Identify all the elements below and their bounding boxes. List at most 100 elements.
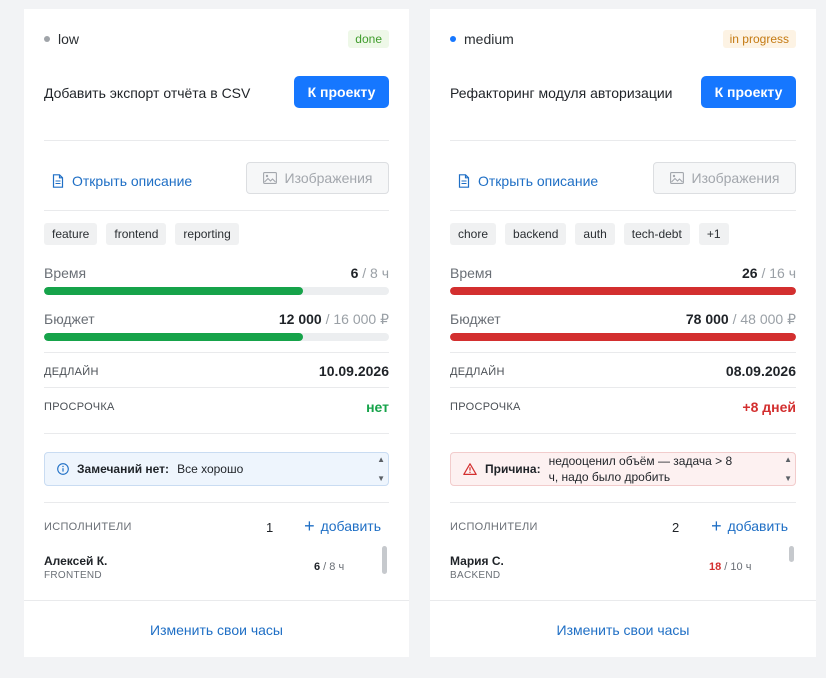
priority-indicator: medium xyxy=(450,31,514,47)
divider xyxy=(450,352,796,353)
time-progress-fill xyxy=(450,287,796,295)
tag[interactable]: feature xyxy=(44,223,98,245)
executors-scrollbar[interactable] xyxy=(789,546,794,562)
executor-role: BACKEND xyxy=(450,570,501,581)
deadline-label: ДЕДЛАЙН xyxy=(44,366,99,378)
image-icon xyxy=(669,172,684,184)
time-progress-bar xyxy=(44,287,389,295)
status-badge: in progress xyxy=(722,30,796,48)
tag-more[interactable]: +1 xyxy=(698,223,729,245)
tag[interactable]: backend xyxy=(505,223,567,245)
overdue-reason-box[interactable]: Причина: недооценил объём — задача > 8 ч… xyxy=(450,452,796,486)
priority-indicator: low xyxy=(44,31,79,47)
divider xyxy=(450,433,796,434)
edit-my-hours-link[interactable]: Изменить свои часы xyxy=(44,622,389,638)
divider xyxy=(450,387,796,388)
note-scroll-arrows[interactable]: ▲ ▼ xyxy=(784,455,792,483)
divider xyxy=(44,387,389,388)
executor-hours: 6 / 8 ч xyxy=(314,561,345,573)
budget-label: Бюджет xyxy=(44,311,95,327)
executors-scrollbar[interactable] xyxy=(382,546,387,574)
divider xyxy=(450,140,796,141)
tag[interactable]: auth xyxy=(575,223,615,245)
remarks-label: Замечаний нет: xyxy=(77,462,170,476)
scroll-up-icon[interactable]: ▲ xyxy=(784,455,792,464)
task-title: Рефакторинг модуля авторизации xyxy=(450,85,673,101)
executors-label: ИСПОЛНИТЕЛИ xyxy=(44,521,132,533)
budget-progress-bar xyxy=(450,333,796,341)
plus-icon: + xyxy=(304,516,315,536)
executor-role: FRONTEND xyxy=(44,570,102,581)
status-badge: done xyxy=(348,30,389,48)
overdue-value: нет xyxy=(366,399,389,415)
add-executor-label: добавить xyxy=(320,518,381,534)
budget-label: Бюджет xyxy=(450,311,501,327)
time-label: Время xyxy=(44,265,87,281)
tag[interactable]: chore xyxy=(450,223,497,245)
images-button-label: Изображения xyxy=(284,170,373,186)
images-button: Изображения xyxy=(246,162,389,194)
reason-label: Причина: xyxy=(485,462,541,476)
info-icon xyxy=(57,463,69,475)
overdue-label: ПРОСРОЧКА xyxy=(44,401,115,413)
go-to-project-button[interactable]: К проекту xyxy=(294,76,389,108)
executors-count: 1 xyxy=(266,520,274,535)
budget-value: 12 000 / 16 000 ₽ xyxy=(278,311,389,327)
budget-progress-fill xyxy=(44,333,303,341)
image-icon xyxy=(262,172,277,184)
open-description-link[interactable]: Открыть описание xyxy=(458,173,598,189)
task-title: Добавить экспорт отчёта в CSV xyxy=(44,85,251,101)
overdue-value: +8 дней xyxy=(742,399,796,415)
tag[interactable]: frontend xyxy=(106,223,167,245)
priority-dot-icon xyxy=(44,36,50,42)
priority-dot-icon xyxy=(450,36,456,42)
priority-label: low xyxy=(58,31,80,47)
warning-icon xyxy=(463,463,477,475)
deadline-value: 10.09.2026 xyxy=(318,363,389,379)
edit-my-hours-link[interactable]: Изменить свои часы xyxy=(450,622,796,638)
tag-list: chore backend auth tech-debt +1 xyxy=(450,223,729,245)
executor-name: Алексей К. xyxy=(44,554,108,568)
divider xyxy=(24,600,409,601)
tag-list: feature frontend reporting xyxy=(44,223,239,245)
divider xyxy=(44,502,389,503)
add-executor-link[interactable]: + добавить xyxy=(304,516,381,536)
budget-progress-fill xyxy=(450,333,796,341)
scroll-down-icon[interactable]: ▼ xyxy=(784,474,792,483)
open-description-label: Открыть описание xyxy=(72,173,193,189)
executor-hours: 18 / 10 ч xyxy=(709,561,752,573)
task-card-auth-refactor: medium in progress Рефакторинг модуля ав… xyxy=(430,9,816,657)
task-card-export-csv: low done Добавить экспорт отчёта в CSV К… xyxy=(24,9,409,657)
tag[interactable]: tech-debt xyxy=(623,223,690,245)
divider xyxy=(44,140,389,141)
reason-text: недооценил объём — задача > 8 ч, надо бы… xyxy=(548,454,733,484)
divider xyxy=(44,433,389,434)
scroll-up-icon[interactable]: ▲ xyxy=(377,455,385,464)
add-executor-label: добавить xyxy=(727,518,788,534)
time-label: Время xyxy=(450,265,493,281)
plus-icon: + xyxy=(711,516,722,536)
budget-progress-bar xyxy=(44,333,389,341)
divider xyxy=(450,210,796,211)
divider xyxy=(450,502,796,503)
overdue-label: ПРОСРОЧКА xyxy=(450,401,521,413)
note-scroll-arrows[interactable]: ▲ ▼ xyxy=(377,455,385,483)
remarks-box[interactable]: Замечаний нет: Все хорошо ▲ ▼ xyxy=(44,452,389,486)
time-value: 6 / 8 ч xyxy=(350,265,389,281)
document-icon xyxy=(52,174,64,188)
scroll-down-icon[interactable]: ▼ xyxy=(377,474,385,483)
divider xyxy=(430,600,816,601)
tag[interactable]: reporting xyxy=(175,223,239,245)
executors-count: 2 xyxy=(672,520,680,535)
open-description-label: Открыть описание xyxy=(478,173,599,189)
go-to-project-button[interactable]: К проекту xyxy=(701,76,796,108)
time-progress-fill xyxy=(44,287,303,295)
deadline-label: ДЕДЛАЙН xyxy=(450,366,505,378)
add-executor-link[interactable]: + добавить xyxy=(711,516,788,536)
executor-name: Мария С. xyxy=(450,554,504,568)
executors-label: ИСПОЛНИТЕЛИ xyxy=(450,521,538,533)
images-button: Изображения xyxy=(653,162,796,194)
open-description-link[interactable]: Открыть описание xyxy=(52,173,192,189)
remarks-text: Все хорошо xyxy=(177,462,244,476)
images-button-label: Изображения xyxy=(691,170,780,186)
